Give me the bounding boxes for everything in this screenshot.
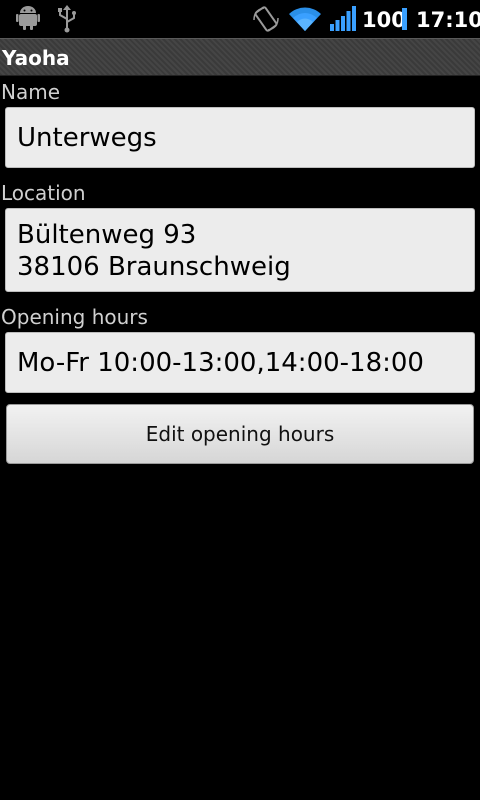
title-bar: Yaoha [0,38,480,76]
wifi-icon [288,6,322,36]
edit-opening-hours-button[interactable]: Edit opening hours [6,404,474,464]
clock: 17:10 [416,8,480,32]
usb-icon [56,5,78,37]
app-title: Yaoha [2,46,70,70]
name-field[interactable]: Unterwegs [5,107,475,168]
android-icon [16,5,40,35]
battery-icon [402,8,407,30]
signal-icon [330,6,356,36]
location-field[interactable]: Bültenweg 93 38106 Braunschweig [5,208,475,292]
location-line-2: 38106 Braunschweig [17,252,291,282]
opening-hours-value: Mo-Fr 10:00-13:00,14:00-18:00 [17,348,424,378]
name-label: Name [1,80,61,104]
status-bar: 100 17:10 [0,0,480,38]
location-label: Location [1,181,86,205]
opening-hours-label: Opening hours [1,305,148,329]
location-line-1: Bültenweg 93 [17,220,197,250]
auto-rotate-icon [252,6,280,36]
name-value: Unterwegs [17,123,157,153]
battery-level: 100 [362,8,406,32]
opening-hours-field[interactable]: Mo-Fr 10:00-13:00,14:00-18:00 [5,332,475,393]
